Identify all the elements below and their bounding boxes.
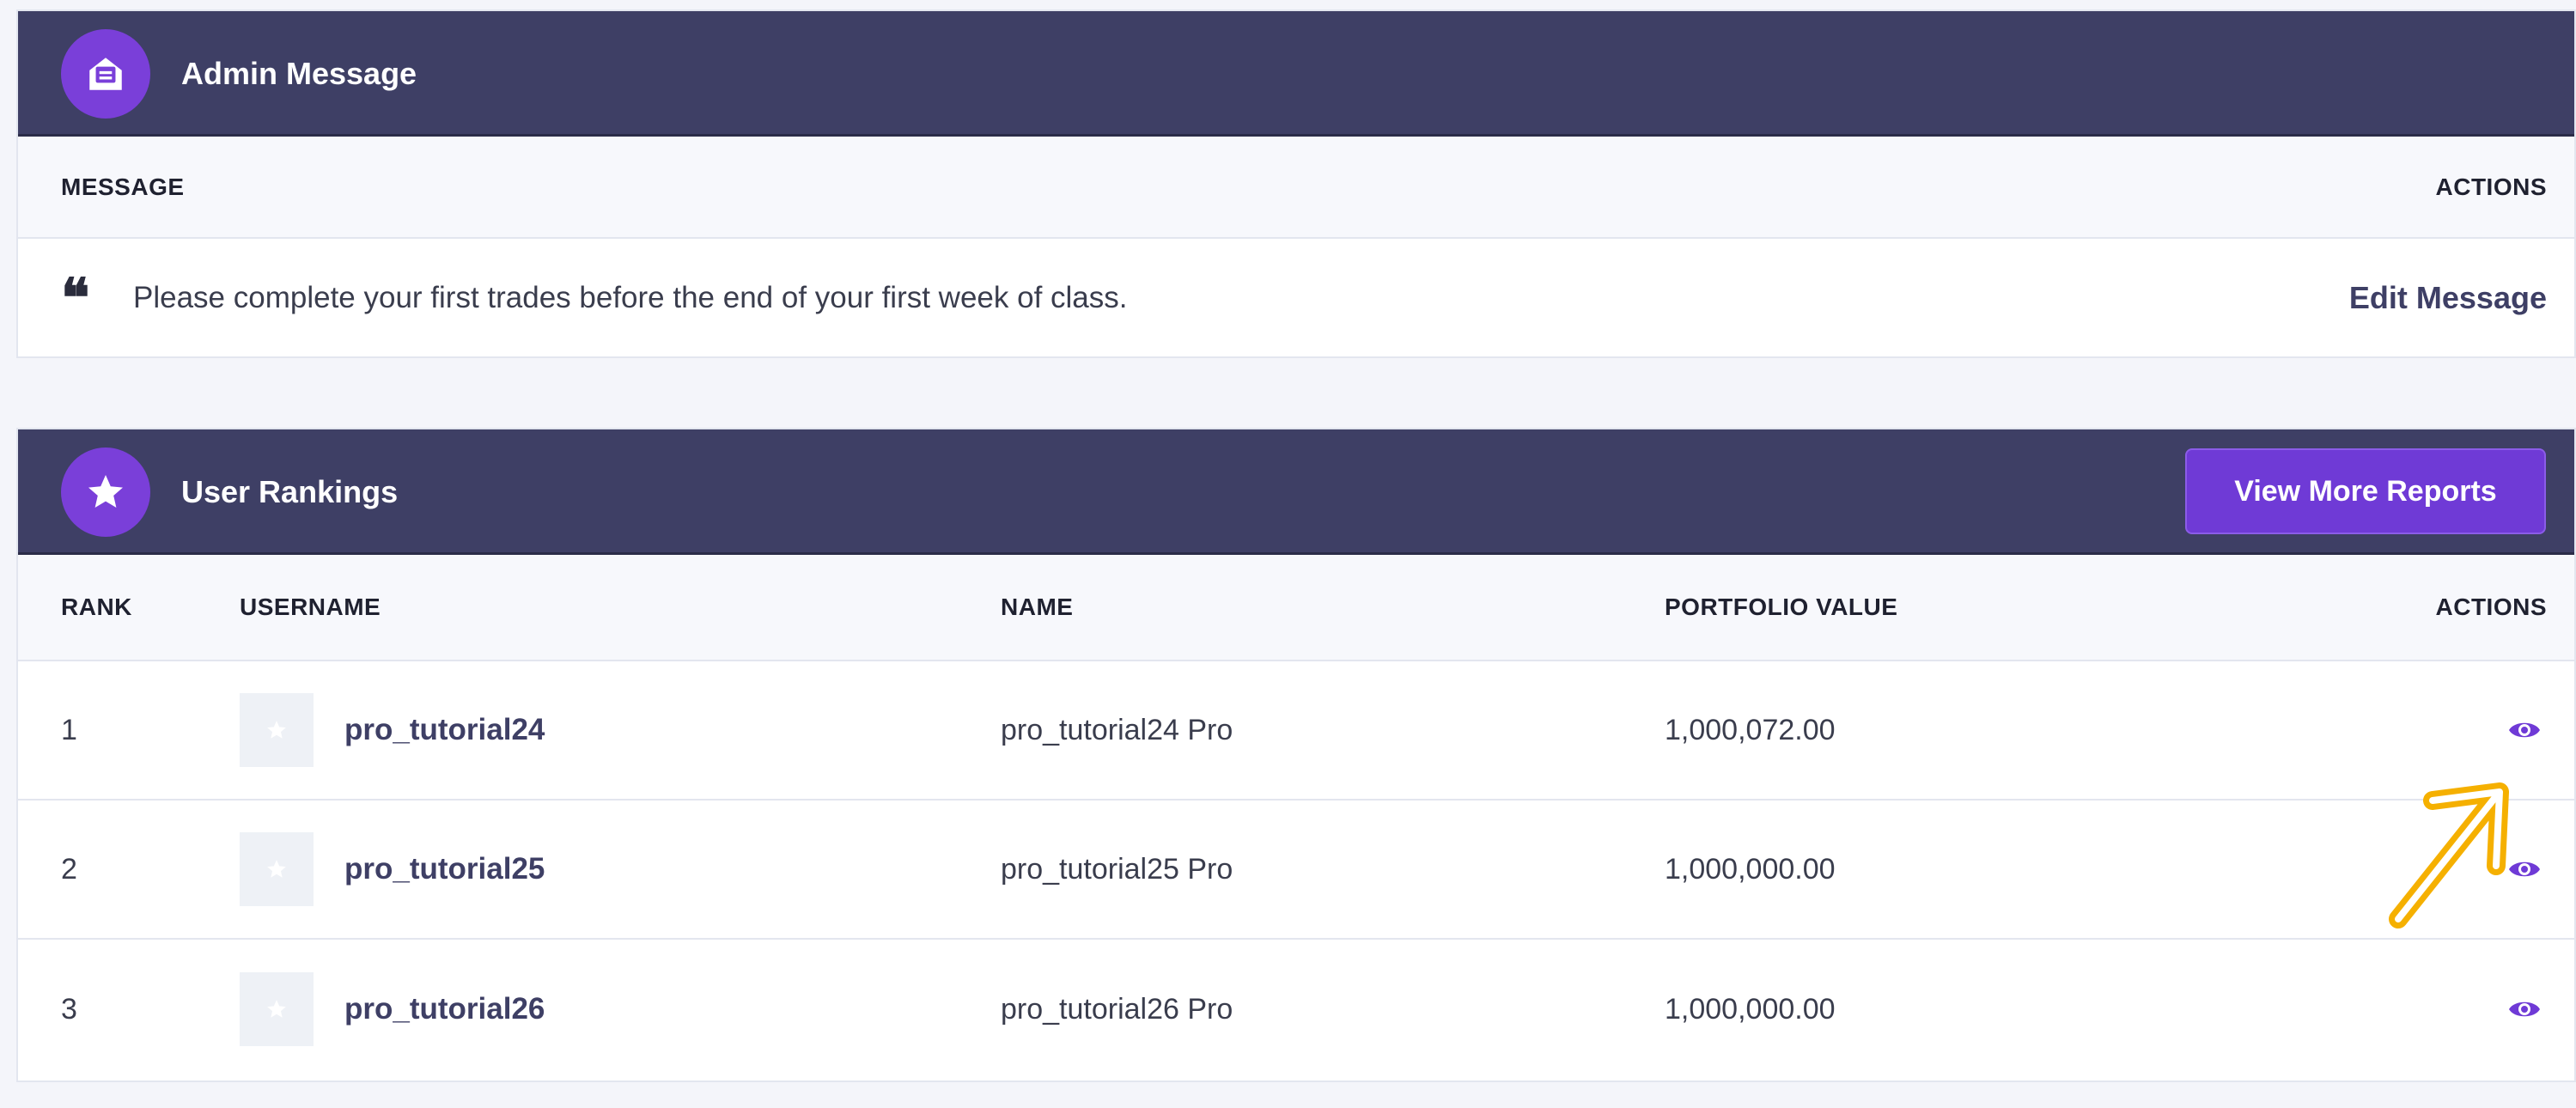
column-header-name: NAME — [1001, 594, 1074, 620]
user-rankings-header: User Rankings View More Reports — [18, 429, 2574, 555]
user-rankings-title: User Rankings — [181, 474, 399, 509]
column-header-message: MESSAGE — [61, 173, 185, 200]
envelope-open-text-icon — [61, 29, 150, 119]
star-icon — [61, 447, 150, 537]
column-header-actions: ACTIONS — [2435, 173, 2547, 200]
portfolio-value-cell: 1,000,000.00 — [1665, 852, 1836, 886]
username-link[interactable]: pro_tutorial24 — [344, 713, 545, 747]
table-row: 3 pro_tutorial26 pro_tutorial26 Pro 1,00… — [18, 940, 2574, 1079]
avatar — [240, 972, 314, 1046]
avatar — [240, 832, 314, 906]
actions-cell — [2502, 661, 2547, 799]
rankings-table-body: 1 pro_tutorial24 pro_tutorial24 Pro 1,00… — [18, 661, 2574, 1079]
rank-cell: 2 — [61, 852, 77, 886]
eye-icon[interactable] — [2502, 987, 2547, 1032]
column-header-actions: ACTIONS — [2435, 594, 2547, 620]
rank-cell: 3 — [61, 992, 77, 1026]
table-row: 2 pro_tutorial25 pro_tutorial25 Pro 1,00… — [18, 801, 2574, 940]
column-header-portfolio-value: PORTFOLIO VALUE — [1665, 594, 1898, 620]
name-cell: pro_tutorial25 Pro — [1001, 852, 1233, 886]
admin-message-panel: Admin Message MESSAGE ACTIONS ❝ Please c… — [16, 9, 2576, 358]
username-cell: pro_tutorial24 — [240, 661, 545, 799]
avatar — [240, 693, 314, 767]
edit-message-link[interactable]: Edit Message — [2349, 239, 2547, 356]
star-icon — [267, 860, 286, 878]
rank-cell: 1 — [61, 713, 77, 746]
star-icon — [267, 721, 286, 739]
table-row: 1 pro_tutorial24 pro_tutorial24 Pro 1,00… — [18, 661, 2574, 801]
username-link[interactable]: pro_tutorial25 — [344, 852, 545, 886]
rankings-column-header: RANK USERNAME NAME PORTFOLIO VALUE ACTIO… — [18, 555, 2574, 661]
username-link[interactable]: pro_tutorial26 — [344, 992, 545, 1026]
admin-message-title: Admin Message — [181, 56, 417, 91]
eye-icon[interactable] — [2502, 708, 2547, 752]
username-cell: pro_tutorial26 — [240, 940, 545, 1079]
star-icon — [267, 1000, 286, 1018]
admin-message-header: Admin Message — [18, 11, 2574, 137]
admin-message-text: Please complete your first trades before… — [133, 281, 1128, 314]
admin-message-column-header: MESSAGE ACTIONS — [18, 137, 2574, 239]
column-header-username: USERNAME — [240, 594, 381, 620]
actions-cell — [2502, 940, 2547, 1079]
username-cell: pro_tutorial25 — [240, 801, 545, 938]
view-more-reports-button[interactable]: View More Reports — [2185, 448, 2546, 534]
column-header-rank: RANK — [61, 594, 132, 620]
eye-icon[interactable] — [2502, 847, 2547, 892]
name-cell: pro_tutorial26 Pro — [1001, 992, 1233, 1026]
portfolio-value-cell: 1,000,072.00 — [1665, 713, 1836, 746]
actions-cell — [2502, 801, 2547, 938]
quote-left-icon: ❝ — [61, 266, 90, 329]
user-rankings-panel: User Rankings View More Reports RANK USE… — [16, 428, 2576, 1082]
admin-message-row: ❝ Please complete your first trades befo… — [18, 239, 2574, 356]
portfolio-value-cell: 1,000,000.00 — [1665, 992, 1836, 1026]
name-cell: pro_tutorial24 Pro — [1001, 713, 1233, 746]
